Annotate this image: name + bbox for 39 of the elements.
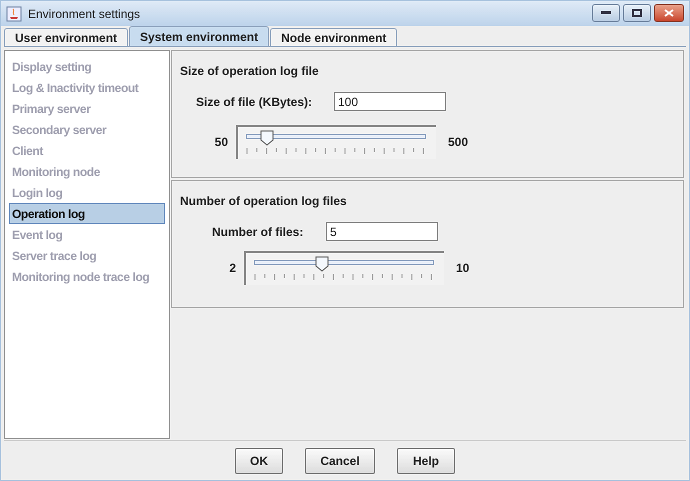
dialog-button[interactable]: Help [397,448,455,474]
input-field[interactable]: 5 [326,222,438,241]
maximize-icon [632,9,642,17]
close-icon [664,9,674,17]
tab[interactable]: System environment [129,26,270,46]
slider-thumb[interactable] [314,256,329,272]
close-button[interactable] [654,4,684,22]
maximize-button[interactable] [623,4,651,22]
sidebar-item[interactable]: Login log [9,182,165,203]
dialog-button[interactable]: Cancel [305,448,375,474]
window-title: Environment settings [28,6,140,22]
sidebar-item[interactable]: Server trace log [9,245,165,266]
sidebar-item[interactable]: Client [9,140,165,161]
tab[interactable]: User environment [4,28,128,46]
minimize-icon [601,11,611,15]
slider-max-label: 10 [456,260,470,277]
slider[interactable] [244,251,444,285]
input-field[interactable]: 100 [334,92,446,111]
sidebar-item[interactable]: Primary server [9,98,165,119]
dialog-button[interactable]: OK [235,448,283,474]
tab[interactable]: Node environment [270,28,398,46]
slider[interactable] [236,125,436,159]
minimize-button[interactable] [592,4,620,22]
field-label: Number of files: [212,224,304,240]
sidebar-item[interactable]: Secondary server [9,119,165,140]
field-label: Size of file (KBytes): [196,94,314,110]
sidebar-item[interactable]: Event log [9,224,165,245]
section-title: Number of operation log files [180,193,348,210]
slider-min-label: 2 [228,260,236,277]
slider-min-label: 50 [214,134,228,151]
slider-max-label: 500 [448,134,468,151]
sidebar-item[interactable]: Log & Inactivity timeout [9,77,165,98]
section-title: Size of operation log file [180,63,320,80]
app-icon [6,6,22,22]
sidebar-item[interactable]: Monitoring node [9,161,165,182]
sidebar-item[interactable]: Monitoring node trace log [9,266,165,287]
sidebar-item[interactable]: Operation log [9,203,165,224]
slider-thumb[interactable] [260,130,274,146]
sidebar-item[interactable]: Display setting [9,56,165,77]
